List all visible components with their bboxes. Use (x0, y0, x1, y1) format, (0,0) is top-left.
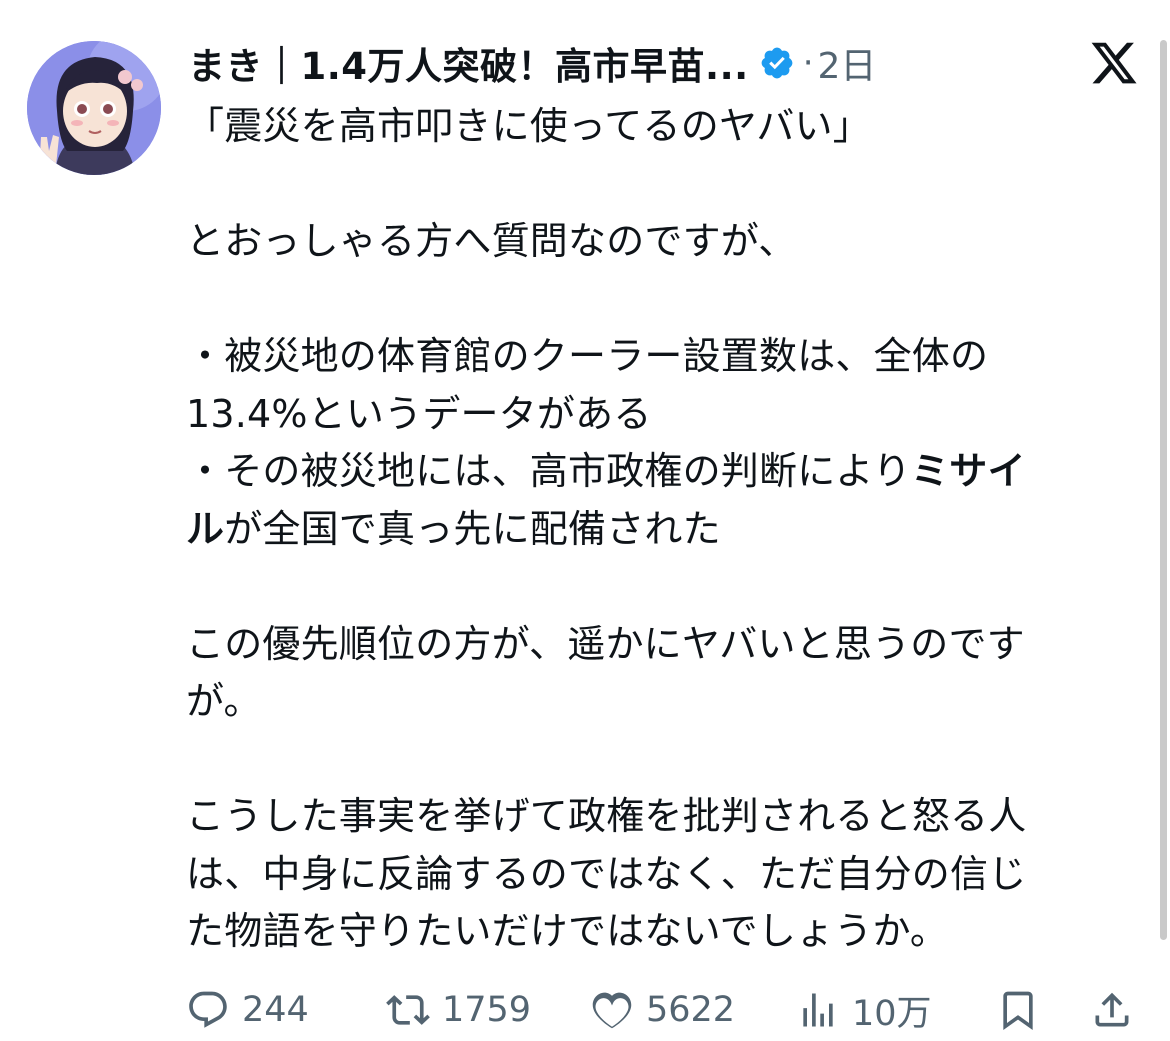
reply-icon (189, 991, 227, 1028)
like-icon (592, 992, 632, 1029)
verified-badge-icon (761, 47, 793, 79)
like-button[interactable]: 5622 (590, 982, 735, 1038)
bullet2-bold1: ミサイ (911, 449, 1026, 493)
author-name[interactable]: まき｜1.4万人突破！高市早苗... (188, 36, 749, 90)
views-button[interactable]: 10万 (796, 982, 932, 1038)
text-closing-line3: た物語を守りたいだけではないでしょうか。 (186, 909, 949, 953)
text-quote: 「震災を高市叩きに使ってるのヤバい」 (186, 104, 871, 148)
bookmark-button[interactable] (996, 982, 1040, 1038)
views-count: 10万 (852, 993, 932, 1034)
retweet-button[interactable]: 1759 (386, 982, 531, 1038)
text-bullet2-line2: ルが全国で真っ先に配備された (186, 501, 1126, 559)
text-priority-line2: が。 (186, 679, 262, 723)
avatar[interactable] (27, 41, 161, 175)
text-bullet1-line2: 13.4%というデータがある (186, 391, 652, 436)
reply-button[interactable]: 244 (186, 982, 309, 1038)
text-bullet1-line1: ・被災地の体育館のクーラー設置数は、全体の (186, 334, 989, 378)
bullet2-bold2: ル (186, 506, 225, 551)
share-button[interactable] (1090, 982, 1134, 1038)
tweet-actions: 244 1759 5622 10万 (186, 982, 1136, 1038)
scrollbar[interactable] (1160, 40, 1167, 940)
reply-count: 244 (242, 990, 309, 1030)
retweet-icon (386, 995, 430, 1025)
share-icon (1095, 992, 1129, 1027)
separator-dot: · (802, 43, 814, 83)
views-icon (803, 993, 833, 1027)
tweet-text: 「震災を高市叩きに使ってるのヤバい」 とおっしゃる方へ質問なのですが、 ・被災地… (186, 98, 1126, 961)
bullet2-pre: ・その被災地には、高市政権の判断により (186, 449, 912, 493)
bullet2-post: が全国で真っ先に配備された (224, 506, 721, 551)
x-logo-icon (1091, 42, 1137, 84)
tweet-header: まき｜1.4万人突破！高市早苗... · 2日 (188, 34, 1060, 92)
like-count: 5622 (646, 990, 736, 1030)
tweet-time[interactable]: 2日 (818, 37, 877, 89)
text-bullet2-line1: ・その被災地には、高市政権の判断によりミサイ (186, 443, 1126, 501)
text-closing-line2: は、中身に反論するのではなく、ただ自分の信じ (186, 851, 1027, 896)
text-priority-line1: この優先順位の方が、遥かにヤバいと思うのです (186, 621, 1025, 666)
retweet-count: 1759 (442, 990, 532, 1030)
bookmark-icon (1003, 991, 1033, 1031)
text-closing-line1: こうした事実を挙げて政権を批判されると怒る人 (186, 794, 1027, 838)
text-question: とおっしゃる方へ質問なのですが、 (186, 219, 797, 263)
